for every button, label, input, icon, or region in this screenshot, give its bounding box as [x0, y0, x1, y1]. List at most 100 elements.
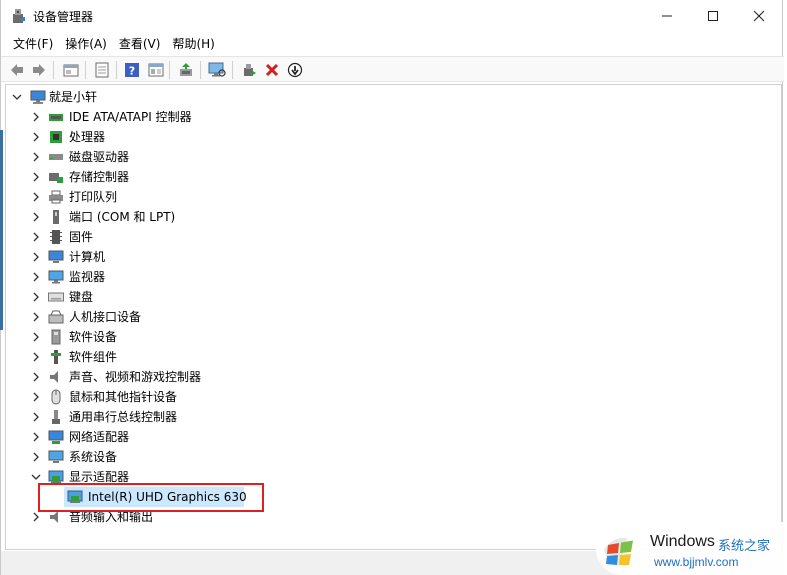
toolbar: ? — [1, 56, 784, 82]
properties-button[interactable] — [61, 60, 81, 80]
chevron-right-icon[interactable] — [31, 192, 41, 202]
minimize-icon — [662, 15, 672, 17]
device-tree[interactable]: 就是小轩 Intel(R) UHD Graphics 630 IDE ATA/A… — [5, 84, 782, 550]
maximize-icon — [708, 11, 718, 21]
tree-category-label: 声音、视频和游戏控制器 — [69, 370, 202, 384]
maximize-button[interactable] — [690, 0, 736, 32]
tree-category-label: 软件组件 — [69, 350, 118, 364]
help-button[interactable]: ? — [122, 60, 142, 80]
tree-category-label: 端口 (COM 和 LPT) — [69, 210, 176, 224]
watermark-url: www.bjjmlv.com — [654, 555, 739, 569]
disable-download-icon — [287, 62, 303, 78]
chevron-right-icon[interactable] — [31, 272, 41, 282]
minimize-button[interactable] — [644, 0, 690, 32]
back-button[interactable] — [7, 60, 27, 80]
windows-logo-icon — [604, 537, 633, 565]
processor-icon — [50, 131, 62, 143]
toolbar-separator — [53, 61, 54, 79]
chevron-right-icon[interactable] — [31, 112, 41, 122]
tree-root-label: 就是小轩 — [49, 90, 98, 104]
close-icon — [753, 10, 765, 22]
device-manager-window: 设备管理器 文件(F) 操作(A) 查看(V) 帮助(H) ? 就是小轩 Int… — [0, 0, 784, 575]
forward-arrow-icon — [33, 64, 45, 76]
tree-category-label: 处理器 — [69, 130, 106, 144]
chevron-down-icon[interactable] — [31, 472, 41, 482]
tree-category-label: IDE ATA/ATAPI 控制器 — [69, 110, 192, 124]
chevron-right-icon[interactable] — [31, 332, 41, 342]
tree-category-label: 固件 — [69, 230, 94, 244]
uninstall-button[interactable] — [262, 60, 282, 80]
enable-device-icon — [244, 64, 256, 76]
chevron-right-icon[interactable] — [31, 132, 41, 142]
tree-category-label: 网络适配器 — [69, 430, 130, 444]
close-button[interactable] — [736, 0, 782, 32]
chevron-right-icon[interactable] — [31, 312, 41, 322]
watermark: Windows 系统之家 www.bjjmlv.com — [596, 522, 786, 575]
tree-category-label: 鼠标和其他指针设备 — [69, 390, 178, 404]
window-title: 设备管理器 — [33, 10, 94, 24]
port-icon — [53, 210, 59, 224]
update-driver-button[interactable] — [176, 60, 196, 80]
scan-hardware-icon — [208, 62, 226, 77]
back-arrow-icon — [11, 64, 23, 76]
title-bar: 设备管理器 — [1, 0, 784, 32]
software-component-icon — [51, 350, 61, 364]
uninstall-icon — [265, 63, 279, 77]
chevron-right-icon[interactable] — [31, 252, 41, 262]
chevron-right-icon[interactable] — [31, 232, 41, 242]
menu-view[interactable]: 查看(V) — [113, 34, 167, 54]
forward-button[interactable] — [29, 60, 49, 80]
usb-icon — [52, 410, 60, 424]
svg-text:?: ? — [129, 65, 135, 78]
computer-icon — [48, 250, 64, 263]
chevron-right-icon[interactable] — [31, 512, 41, 522]
tree-category-label: 软件设备 — [69, 330, 118, 344]
tree-category-label: 存储控制器 — [69, 170, 130, 184]
printer-icon — [49, 190, 63, 204]
mouse-icon — [51, 389, 61, 405]
tree-category-label: 键盘 — [69, 290, 94, 304]
chevron-right-icon[interactable] — [31, 412, 41, 422]
chevron-right-icon[interactable] — [31, 212, 41, 222]
tree-category-label: 磁盘驱动器 — [69, 150, 130, 164]
device-manager-icon — [13, 9, 25, 23]
chevron-right-icon[interactable] — [31, 352, 41, 362]
view-resources-icon — [148, 63, 164, 77]
menu-action[interactable]: 操作(A) — [59, 34, 113, 54]
sound-icon — [50, 371, 58, 383]
scan-hardware-button[interactable] — [207, 60, 227, 80]
chevron-right-icon[interactable] — [31, 392, 41, 402]
tree-category-label: 计算机 — [69, 250, 106, 264]
chevron-right-icon[interactable] — [31, 172, 41, 182]
toolbar-separator — [85, 61, 86, 79]
view-resources-button[interactable] — [146, 60, 166, 80]
highlight-box — [38, 483, 264, 512]
computer-root-icon — [30, 90, 46, 104]
software-device-icon — [51, 329, 61, 345]
watermark-site: 系统之家 — [718, 539, 771, 554]
enable-device-button[interactable] — [239, 60, 259, 80]
disk-drive-icon — [49, 154, 63, 160]
chevron-right-icon[interactable] — [31, 432, 41, 442]
toolbar-separator — [200, 61, 201, 79]
help-icon: ? — [125, 63, 139, 78]
ide-controller-icon — [49, 114, 63, 121]
properties-icon — [63, 64, 79, 77]
menu-file[interactable]: 文件(F) — [1, 34, 59, 54]
tree-category-label: 人机接口设备 — [69, 310, 142, 324]
system-device-icon — [48, 450, 64, 463]
tree-category-label: 打印队列 — [69, 190, 118, 204]
menu-help[interactable]: 帮助(H) — [166, 34, 220, 54]
chevron-right-icon[interactable] — [31, 452, 41, 462]
chevron-right-icon[interactable] — [31, 152, 41, 162]
tree-category-label: 系统设备 — [69, 450, 118, 464]
monitor-icon — [48, 270, 64, 284]
update-driver-icon — [180, 63, 192, 76]
show-hidden-button[interactable] — [92, 60, 112, 80]
menu-bar: 文件(F) 操作(A) 查看(V) 帮助(H) — [1, 34, 221, 54]
toolbar-separator — [169, 61, 170, 79]
chevron-right-icon[interactable] — [31, 372, 41, 382]
disable-device-button[interactable] — [285, 60, 305, 80]
storage-controller-icon — [49, 173, 63, 183]
chevron-right-icon[interactable] — [31, 292, 41, 302]
